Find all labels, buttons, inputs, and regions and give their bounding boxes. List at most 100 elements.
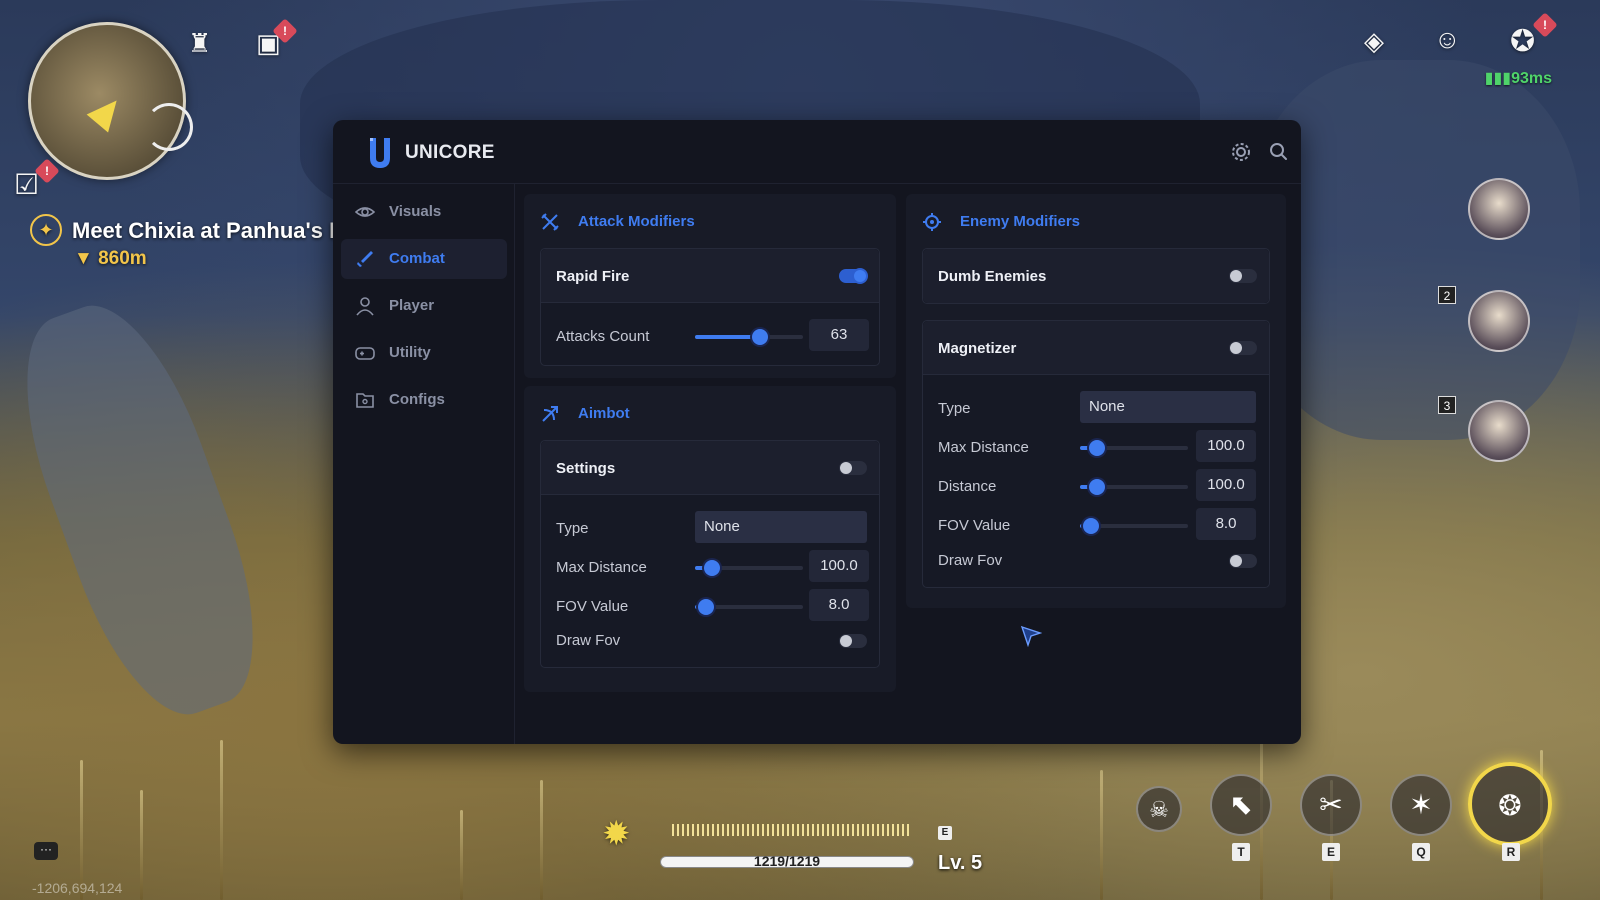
player-arrow-icon — [87, 92, 128, 133]
rapid-fire-label: Rapid Fire — [556, 268, 629, 285]
skill-key-e: E — [1322, 843, 1340, 861]
resonator-compass-icon: ✹ — [602, 814, 631, 854]
sidebar-item-label: Player — [389, 297, 434, 314]
magnetizer-toggle[interactable] — [1229, 341, 1257, 355]
party-member-3[interactable] — [1468, 400, 1530, 462]
fov-value-label: FOV Value — [556, 598, 628, 615]
resonance-skill-icon[interactable]: ✂ — [1300, 774, 1362, 836]
draw-fov-label: Draw Fov — [938, 552, 1002, 569]
fov-value-value[interactable]: 8.0 — [809, 589, 869, 621]
skill-key-q: Q — [1412, 843, 1430, 861]
gamepad-icon — [355, 343, 375, 363]
card-header: Rapid Fire — [541, 249, 879, 303]
attack-modifiers-section: Attack Modifiers Rapid Fire Attacks Coun… — [524, 194, 896, 378]
sidebar-item-player[interactable]: Player — [341, 286, 507, 326]
card-header: Settings — [541, 441, 879, 495]
folder-icon — [355, 390, 375, 410]
enemy-modifiers-section: Enemy Modifiers Dumb Enemies Magnetizer … — [906, 194, 1286, 608]
mouse-cursor-icon — [1020, 625, 1042, 647]
sidebar-item-label: Utility — [389, 344, 431, 361]
bow-icon — [540, 404, 560, 424]
panel-header: UNICORE — [333, 120, 1301, 184]
draw-fov-label: Draw Fov — [556, 632, 620, 649]
party-member-2[interactable] — [1468, 290, 1530, 352]
draw-fov-toggle[interactable] — [1229, 554, 1257, 568]
max-distance-label: Max Distance — [938, 439, 1029, 456]
sword-icon — [355, 249, 375, 269]
attacks-count-label: Attacks Count — [556, 328, 649, 345]
type-select[interactable]: None — [1080, 391, 1256, 423]
chat-icon[interactable]: ··· — [34, 842, 58, 860]
eye-icon — [355, 202, 375, 222]
distance-slider[interactable] — [1080, 485, 1188, 489]
quest-compass-icon: ✦ — [30, 214, 62, 246]
quest-distance: ▼ 860m — [74, 248, 147, 270]
party-member-1[interactable] — [1468, 178, 1530, 240]
max-distance-slider[interactable] — [1080, 446, 1188, 450]
attacks-count-value[interactable]: 63 — [809, 319, 869, 351]
attacks-count-slider[interactable] — [695, 335, 803, 339]
dumb-enemies-card: Dumb Enemies — [922, 248, 1270, 304]
fov-value-value[interactable]: 8.0 — [1196, 508, 1256, 540]
max-distance-label: Max Distance — [556, 559, 647, 576]
search-icon[interactable] — [1265, 138, 1293, 166]
energy-key: E — [938, 826, 952, 840]
quest-title: Meet Chixia at Panhua's I — [72, 218, 335, 244]
dumb-enemies-toggle[interactable] — [1229, 269, 1257, 283]
chess-piece-icon[interactable]: ♜ — [188, 28, 211, 59]
minimap[interactable] — [28, 22, 186, 180]
party-slot-number: 2 — [1438, 286, 1456, 304]
aimbot-settings-card: Settings Type None Max Distance 100.0 FO… — [540, 440, 880, 668]
type-select[interactable]: None — [695, 511, 867, 543]
gear-icon[interactable] — [1227, 138, 1255, 166]
distance-label: Distance — [938, 478, 996, 495]
max-distance-slider[interactable] — [695, 566, 803, 570]
card-header: Dumb Enemies — [923, 249, 1269, 303]
waypoint-ring-icon — [145, 103, 193, 151]
compass-menu-icon[interactable]: ✪ — [1510, 24, 1535, 59]
unicore-panel: UNICORE Visuals Combat — [333, 120, 1301, 744]
sidebar-item-label: Visuals — [389, 203, 441, 220]
party-slot-number: 3 — [1438, 396, 1456, 414]
person-icon — [355, 296, 375, 316]
sidebar-item-configs[interactable]: Configs — [341, 380, 507, 420]
brand-title: UNICORE — [405, 142, 495, 164]
coordinates-readout: -1206,694,124 — [32, 880, 122, 896]
character-icon[interactable]: ☺ — [1434, 24, 1461, 55]
fov-value-label: FOV Value — [938, 517, 1010, 534]
alert-badge: ! — [1532, 12, 1557, 37]
ping-indicator: ▮▮▮93ms — [1485, 68, 1552, 88]
max-distance-value[interactable]: 100.0 — [809, 550, 869, 582]
energy-bar — [672, 824, 912, 836]
unicore-logo-icon — [367, 136, 393, 170]
rapid-fire-toggle[interactable] — [839, 269, 867, 283]
tool-skill-icon[interactable]: ⬉ — [1210, 774, 1272, 836]
crosshair-icon — [922, 212, 942, 232]
sidebar-item-label: Configs — [389, 391, 445, 408]
sidebar-item-label: Combat — [389, 250, 445, 267]
rapid-fire-card: Rapid Fire Attacks Count 63 — [540, 248, 880, 366]
type-label: Type — [556, 520, 589, 537]
crossed-swords-icon — [540, 212, 560, 232]
settings-label: Settings — [556, 460, 615, 477]
aimbot-section: Aimbot Settings Type None Max Distance 1… — [524, 386, 896, 692]
forte-skill-icon[interactable]: ✶ — [1390, 774, 1452, 836]
max-distance-value[interactable]: 100.0 — [1196, 430, 1256, 462]
echo-skill-icon[interactable]: ☠ — [1136, 786, 1182, 832]
type-label: Type — [938, 400, 971, 417]
distance-value[interactable]: 100.0 — [1196, 469, 1256, 501]
level-label: Lv. 5 — [938, 852, 982, 875]
sidebar-item-combat[interactable]: Combat — [341, 239, 507, 279]
liberation-skill-icon[interactable]: ❂ — [1468, 762, 1552, 846]
fov-value-slider[interactable] — [695, 605, 803, 609]
skill-key-r: R — [1502, 843, 1520, 861]
fov-value-slider[interactable] — [1080, 524, 1188, 528]
aimbot-settings-toggle[interactable] — [839, 461, 867, 475]
draw-fov-toggle[interactable] — [839, 634, 867, 648]
tactical-icon[interactable]: ◈ — [1364, 26, 1384, 57]
sidebar: Visuals Combat Player Utility — [333, 184, 515, 744]
card-header: Magnetizer — [923, 321, 1269, 375]
sidebar-item-visuals[interactable]: Visuals — [341, 192, 507, 232]
dumb-enemies-label: Dumb Enemies — [938, 268, 1046, 285]
sidebar-item-utility[interactable]: Utility — [341, 333, 507, 373]
